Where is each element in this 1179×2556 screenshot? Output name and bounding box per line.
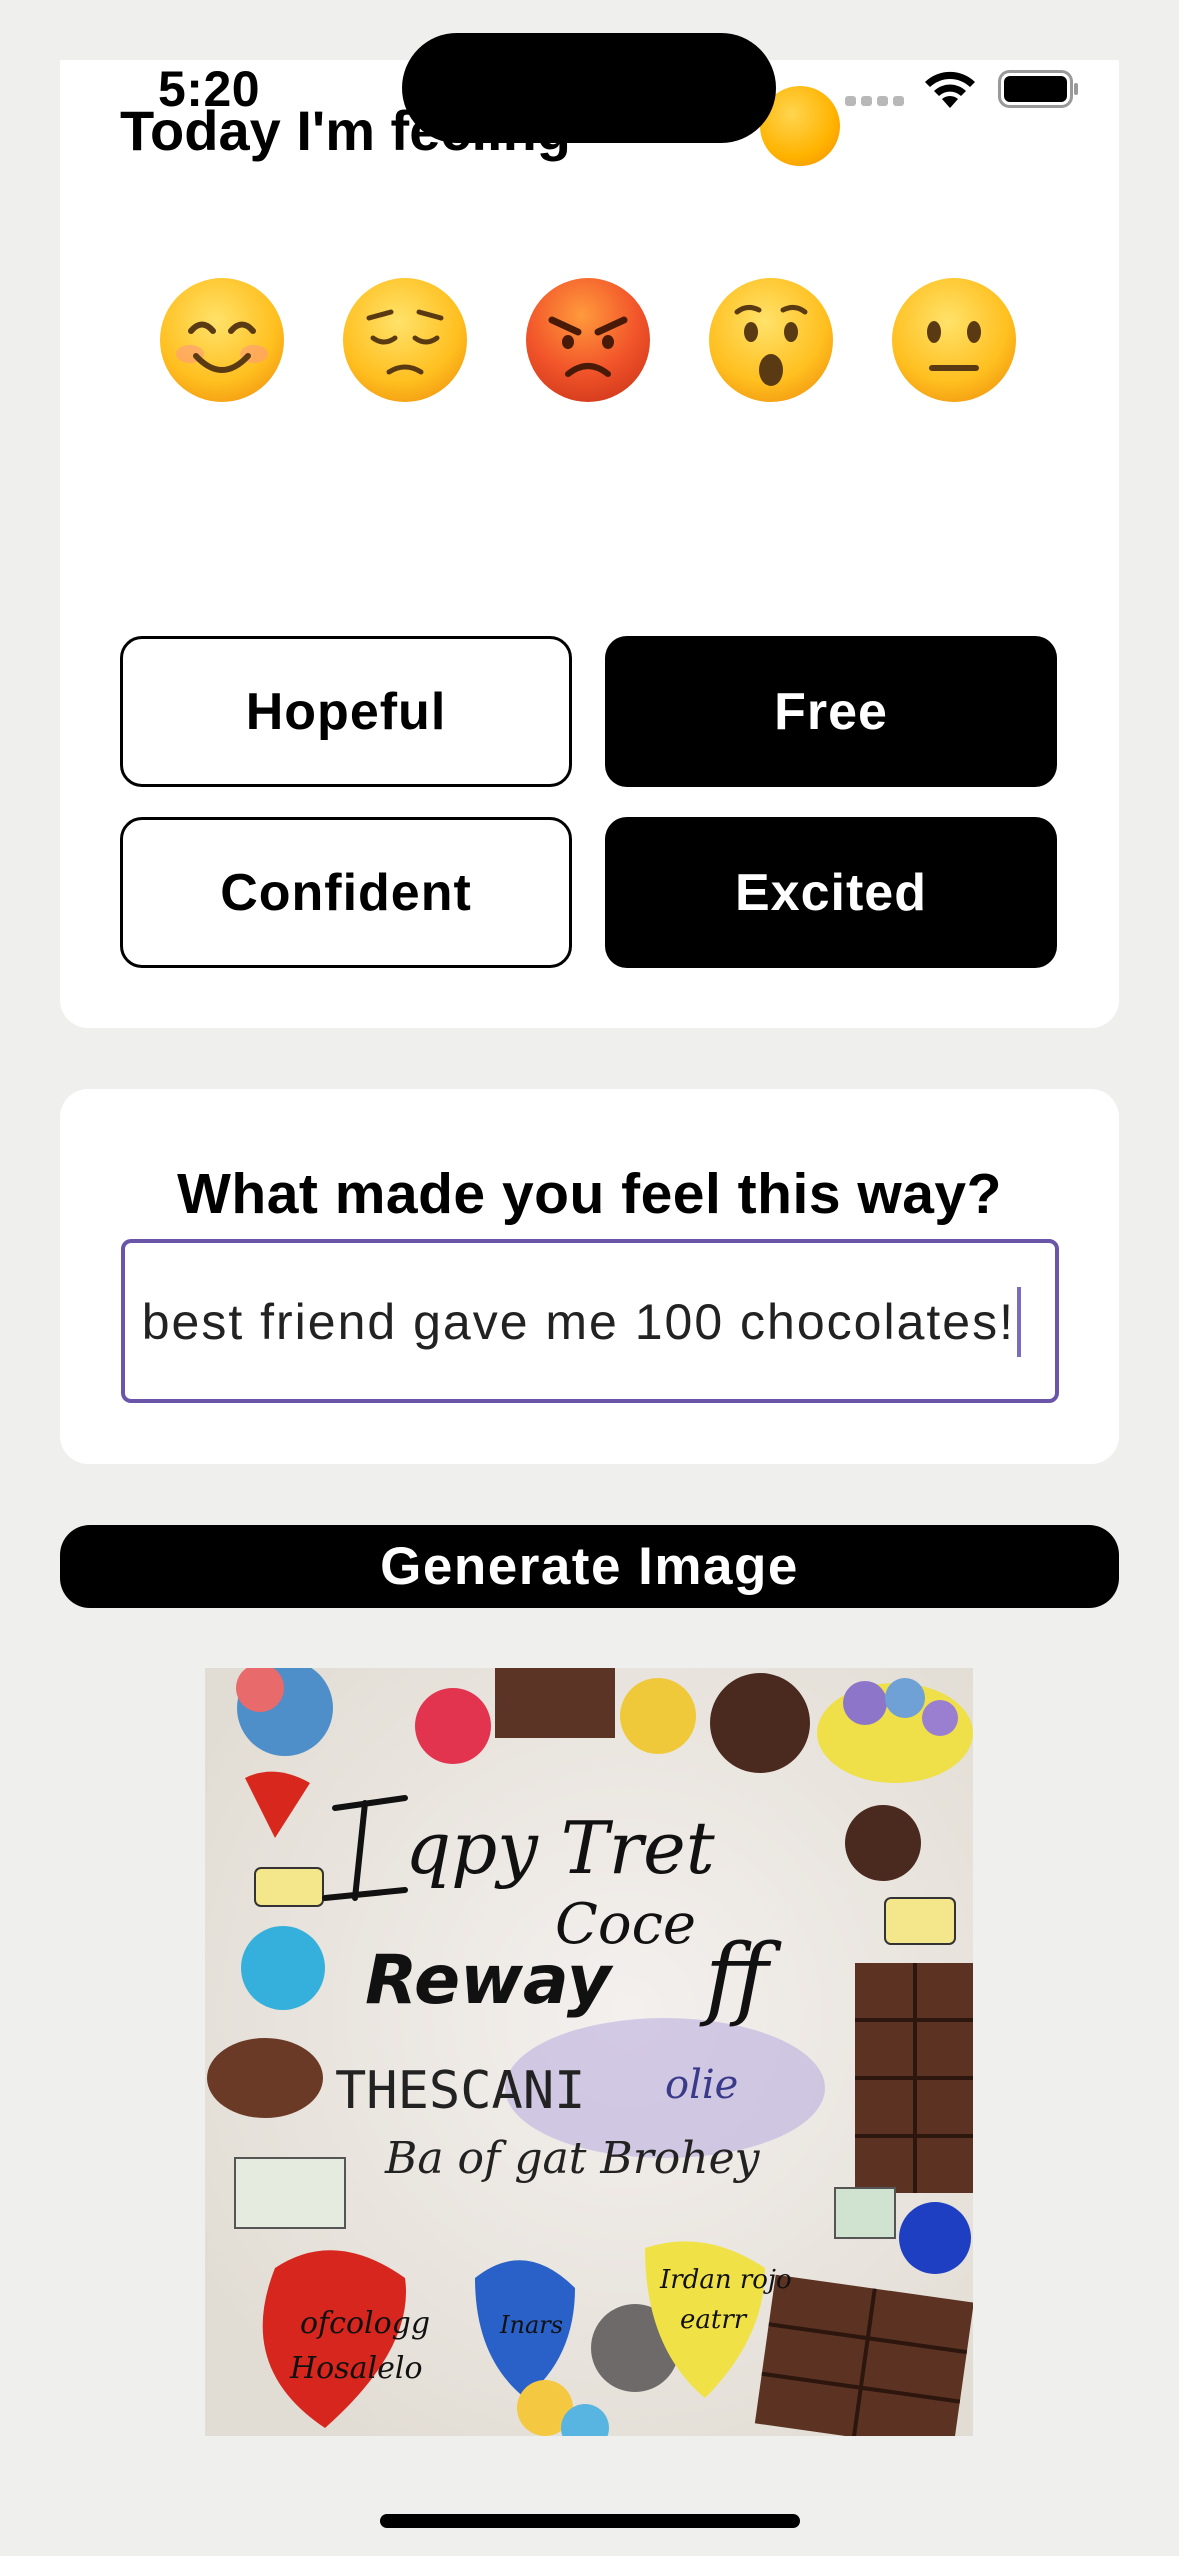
generated-artwork-image: qpy Tret Coce Reway ff THESCANI olie Ba … [205, 1668, 973, 2436]
mood-card: Today I'm feeling Hopeful Free Confident… [60, 60, 1119, 1028]
reflection-title: What made you feel this way? [177, 1162, 1002, 1226]
svg-text:olie: olie [665, 2062, 738, 2108]
dynamic-island [402, 33, 776, 143]
status-bar: 5:20 [0, 0, 1179, 150]
svg-text:qpy Tret: qpy Tret [405, 1806, 716, 1890]
signal-icon [845, 96, 905, 106]
smiling-face-icon[interactable] [158, 276, 286, 404]
reflection-card: What made you feel this way? best friend… [60, 1089, 1119, 1464]
mood-option-hopeful[interactable]: Hopeful [120, 636, 572, 787]
mood-option-free[interactable]: Free [605, 636, 1057, 787]
svg-text:THESCANI: THESCANI [335, 2061, 585, 2121]
generate-image-button[interactable]: Generate Image [60, 1525, 1119, 1608]
text-caret [1017, 1287, 1021, 1357]
svg-text:Reway: Reway [365, 1941, 614, 2020]
status-time: 5:20 [158, 61, 261, 117]
mood-option-excited[interactable]: Excited [605, 817, 1057, 968]
pensive-face-icon[interactable] [341, 276, 469, 404]
svg-text:Ba of gat Brohey: Ba of gat Brohey [384, 2133, 761, 2184]
angry-face-icon[interactable] [524, 276, 652, 404]
reflection-input-value: best friend gave me 100 chocolates! [141, 1294, 1015, 1350]
svg-text:Hosalelo: Hosalelo [289, 2351, 423, 2386]
neutral-face-icon[interactable] [890, 276, 1018, 404]
wifi-icon [922, 68, 978, 110]
svg-text:eatrr: eatrr [680, 2305, 748, 2335]
home-indicator[interactable] [380, 2514, 800, 2528]
svg-text:Irdan rojo: Irdan rojo [659, 2265, 792, 2295]
mood-option-confident[interactable]: Confident [120, 817, 572, 968]
reflection-input[interactable]: best friend gave me 100 chocolates! [121, 1239, 1059, 1403]
svg-text:Inars: Inars [499, 2311, 563, 2339]
emoji-picker [60, 276, 1119, 406]
battery-icon [998, 70, 1080, 108]
surprised-face-icon[interactable] [707, 276, 835, 404]
svg-text:ofcologg: ofcologg [300, 2306, 430, 2341]
